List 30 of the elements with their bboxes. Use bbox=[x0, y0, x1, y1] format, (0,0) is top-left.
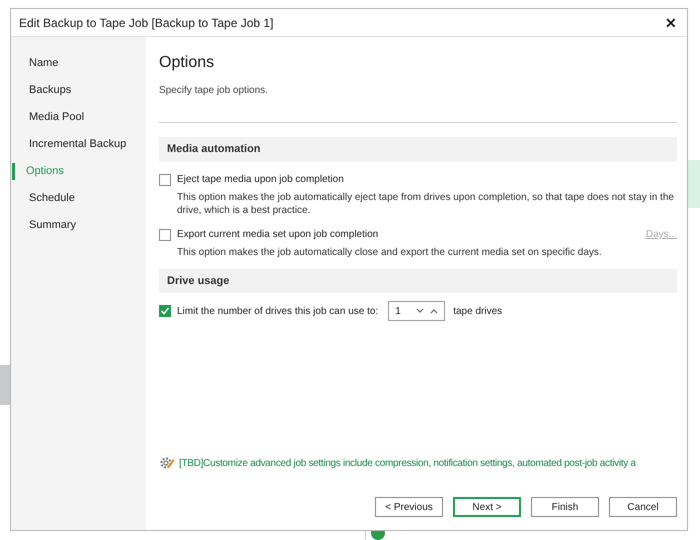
advanced-settings-link[interactable]: [TBD]Customize advanced job settings include compression, notification settings, automated post-job activity a bbox=[179, 456, 636, 470]
option-label[interactable]: Export current media set upon job completion bbox=[177, 227, 378, 242]
close-button[interactable]: ✕ bbox=[663, 16, 679, 30]
page-subtitle: Specify tape job options. bbox=[159, 84, 269, 98]
step-item[interactable]: Incremental Backup bbox=[12, 136, 146, 153]
selected-row-strip bbox=[688, 160, 700, 208]
section-header: Media automation bbox=[159, 137, 677, 162]
option-description: This option makes the job automatically close and export the current media set on specific days. bbox=[176, 246, 603, 258]
option-label[interactable]: Limit the number of drives this job can use to: bbox=[177, 304, 378, 318]
gear-pencil-icon bbox=[159, 455, 175, 471]
option-label[interactable]: Eject tape media upon job completion bbox=[177, 172, 344, 187]
step-item[interactable]: Name bbox=[12, 55, 146, 72]
step-item[interactable]: Media Pool bbox=[12, 109, 146, 126]
panel-strip bbox=[0, 365, 10, 405]
dialog-button[interactable]: Cancel bbox=[609, 497, 677, 517]
page-title: Options bbox=[159, 53, 216, 73]
checkbox[interactable] bbox=[159, 228, 171, 240]
dialog-button[interactable]: Finish bbox=[531, 497, 599, 517]
drives-spinner[interactable]: 1 bbox=[388, 301, 446, 321]
section-header: Drive usage bbox=[159, 268, 677, 293]
spinner-suffix: tape drives bbox=[453, 304, 502, 318]
step-item[interactable]: Backups bbox=[12, 82, 146, 99]
window-title: Edit Backup to Tape Job [Backup to Tape Job 1] bbox=[19, 14, 274, 32]
step-item[interactable]: Schedule bbox=[12, 190, 146, 207]
dialog-button[interactable]: < Previous bbox=[375, 497, 443, 517]
dialog-button[interactable]: Next > bbox=[453, 497, 521, 517]
checkbox[interactable] bbox=[159, 174, 171, 186]
step-item[interactable]: Summary bbox=[12, 217, 146, 234]
option-description: This option makes the job automatically eject tape from drives upon completion, so that tape does not stay in the drive, which is a best practice. bbox=[176, 190, 675, 216]
checkbox[interactable] bbox=[159, 305, 171, 317]
